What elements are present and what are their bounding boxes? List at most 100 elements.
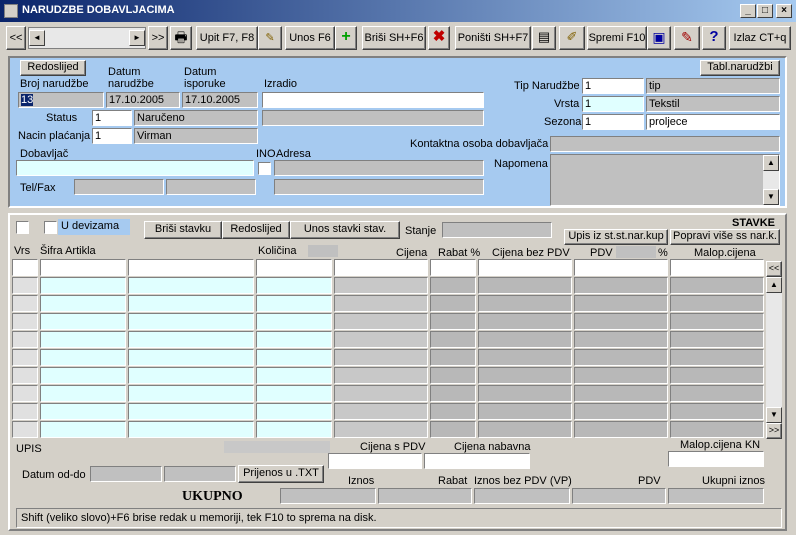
flashlight-icon[interactable]: ✎ xyxy=(258,26,282,50)
nav-first-button[interactable]: << xyxy=(6,26,26,50)
scroll-up-icon[interactable]: ▲ xyxy=(763,155,779,171)
price-with-vat-field[interactable] xyxy=(328,453,422,469)
created-by-field[interactable] xyxy=(262,92,484,108)
cell-article-name[interactable] xyxy=(128,295,254,312)
date-from-field[interactable] xyxy=(90,466,162,482)
date-to-field[interactable] xyxy=(164,466,236,482)
printer-icon[interactable]: 🖶 xyxy=(170,26,192,50)
order-type-code-field[interactable]: 1 xyxy=(582,78,644,94)
cell-kind[interactable] xyxy=(12,367,38,384)
cell-quantity[interactable] xyxy=(256,367,332,384)
cell-kind[interactable] xyxy=(12,349,38,366)
currency-checkbox[interactable] xyxy=(44,221,57,234)
exit-button[interactable]: Izlaz CT+q xyxy=(729,26,791,50)
close-button[interactable]: × xyxy=(776,4,792,18)
cell-article-name[interactable] xyxy=(128,421,254,438)
cell-article-name[interactable] xyxy=(128,385,254,402)
cell-quantity[interactable] xyxy=(256,277,332,294)
season-value-field[interactable]: proljece xyxy=(646,114,780,130)
cell-article-code[interactable] xyxy=(40,277,126,294)
header-order-button[interactable]: Redoslijed xyxy=(20,60,86,76)
scroll-left-icon[interactable]: ◄ xyxy=(29,30,45,46)
cell-article-code[interactable] xyxy=(40,367,126,384)
items-scrollbar[interactable]: ▲ ▼ xyxy=(766,277,782,423)
cell-kind[interactable] xyxy=(12,331,38,348)
payment-code-field[interactable]: 1 xyxy=(92,128,132,144)
cell-article-name[interactable] xyxy=(128,403,254,420)
cell-quantity[interactable] xyxy=(256,259,332,276)
insert-button[interactable]: Unos F6 xyxy=(285,26,335,50)
maximize-button[interactable]: □ xyxy=(757,4,773,18)
edit-icon[interactable]: ✐ xyxy=(559,26,585,50)
plus-icon[interactable]: + xyxy=(335,26,357,50)
cell-kind[interactable] xyxy=(12,385,38,402)
cell-kind[interactable] xyxy=(12,421,38,438)
cell-price[interactable] xyxy=(334,277,428,294)
cell-price[interactable] xyxy=(334,259,428,276)
items-scroll-up-icon[interactable]: ▲ xyxy=(766,277,782,293)
save-button[interactable]: Spremi F10 xyxy=(587,26,647,50)
cell-article-code[interactable] xyxy=(40,385,126,402)
export-txt-button[interactable]: Prijenos u .TXT xyxy=(238,465,324,483)
cell-article-code[interactable] xyxy=(40,295,126,312)
delete-x-icon[interactable]: ✖ xyxy=(428,26,450,50)
cell-price[interactable] xyxy=(334,313,428,330)
items-bottom-button[interactable]: >> xyxy=(766,423,782,439)
cell-price[interactable] xyxy=(334,367,428,384)
items-checkbox[interactable] xyxy=(16,221,29,234)
pen-icon[interactable]: ✎ xyxy=(674,26,700,50)
note-scrollbar[interactable]: ▲ ▼ xyxy=(763,155,779,205)
record-scrollbar[interactable]: ◄ ► xyxy=(28,27,146,49)
season-code-field[interactable]: 1 xyxy=(582,114,644,130)
cell-kind[interactable] xyxy=(12,295,38,312)
delete-item-button[interactable]: Briši stavku xyxy=(144,221,222,239)
items-scroll-down-icon[interactable]: ▼ xyxy=(766,407,782,423)
cell-price[interactable] xyxy=(334,421,428,438)
contact-person-field[interactable] xyxy=(550,136,780,152)
status-code-field[interactable]: 1 xyxy=(92,110,132,126)
note-field[interactable]: ▲ ▼ xyxy=(550,154,780,206)
cell-quantity[interactable] xyxy=(256,385,332,402)
cell-kind[interactable] xyxy=(12,313,38,330)
cell-price[interactable] xyxy=(334,403,428,420)
retail-price-kn-field[interactable] xyxy=(668,451,764,467)
cell-article-name[interactable] xyxy=(128,367,254,384)
query-button[interactable]: Upit F7, F8 xyxy=(196,26,258,50)
cell-price[interactable] xyxy=(334,295,428,312)
scroll-down-icon[interactable]: ▼ xyxy=(763,189,779,205)
items-order-button[interactable]: Redoslijed xyxy=(222,221,290,239)
items-top-button[interactable]: << xyxy=(766,261,782,277)
order-number-field[interactable]: 13 xyxy=(18,92,104,108)
help-icon[interactable]: ? xyxy=(702,26,726,50)
order-date-field[interactable]: 17.10.2005 xyxy=(106,92,180,108)
delivery-date-field[interactable]: 17.10.2005 xyxy=(182,92,258,108)
cell-article-name[interactable] xyxy=(128,313,254,330)
cell-quantity[interactable] xyxy=(256,331,332,348)
supplier-field[interactable] xyxy=(16,160,254,176)
cell-quantity[interactable] xyxy=(256,295,332,312)
insert-items-button[interactable]: Unos stavki stav. xyxy=(290,221,400,239)
disk-icon[interactable]: ▣ xyxy=(647,26,671,50)
cell-article-code[interactable] xyxy=(40,331,126,348)
minimize-button[interactable]: _ xyxy=(740,4,756,18)
cell-kind[interactable] xyxy=(12,277,38,294)
cell-article-name[interactable] xyxy=(128,277,254,294)
cell-article-name[interactable] xyxy=(128,259,254,276)
cell-article-code[interactable] xyxy=(40,421,126,438)
delete-button[interactable]: Briši SH+F6 xyxy=(362,26,426,50)
cancel-button[interactable]: Poništi SH+F7 xyxy=(455,26,531,50)
scroll-right-icon[interactable]: ► xyxy=(129,30,145,46)
ino-checkbox[interactable] xyxy=(258,162,271,175)
cell-article-code[interactable] xyxy=(40,313,126,330)
cell-kind[interactable] xyxy=(12,403,38,420)
cell-article-name[interactable] xyxy=(128,331,254,348)
fix-multiple-button[interactable]: Popravi više ss nar.k. xyxy=(670,229,780,245)
cell-quantity[interactable] xyxy=(256,313,332,330)
copy-from-customer-orders-button[interactable]: Upis iz st.st.nar.kup xyxy=(564,229,668,245)
cell-price[interactable] xyxy=(334,349,428,366)
orders-table-button[interactable]: Tabl.narudžbi xyxy=(700,60,780,76)
cell-price[interactable] xyxy=(334,331,428,348)
nav-last-button[interactable]: >> xyxy=(148,26,168,50)
report-icon[interactable]: ▤ xyxy=(532,26,556,50)
cell-article-name[interactable] xyxy=(128,349,254,366)
